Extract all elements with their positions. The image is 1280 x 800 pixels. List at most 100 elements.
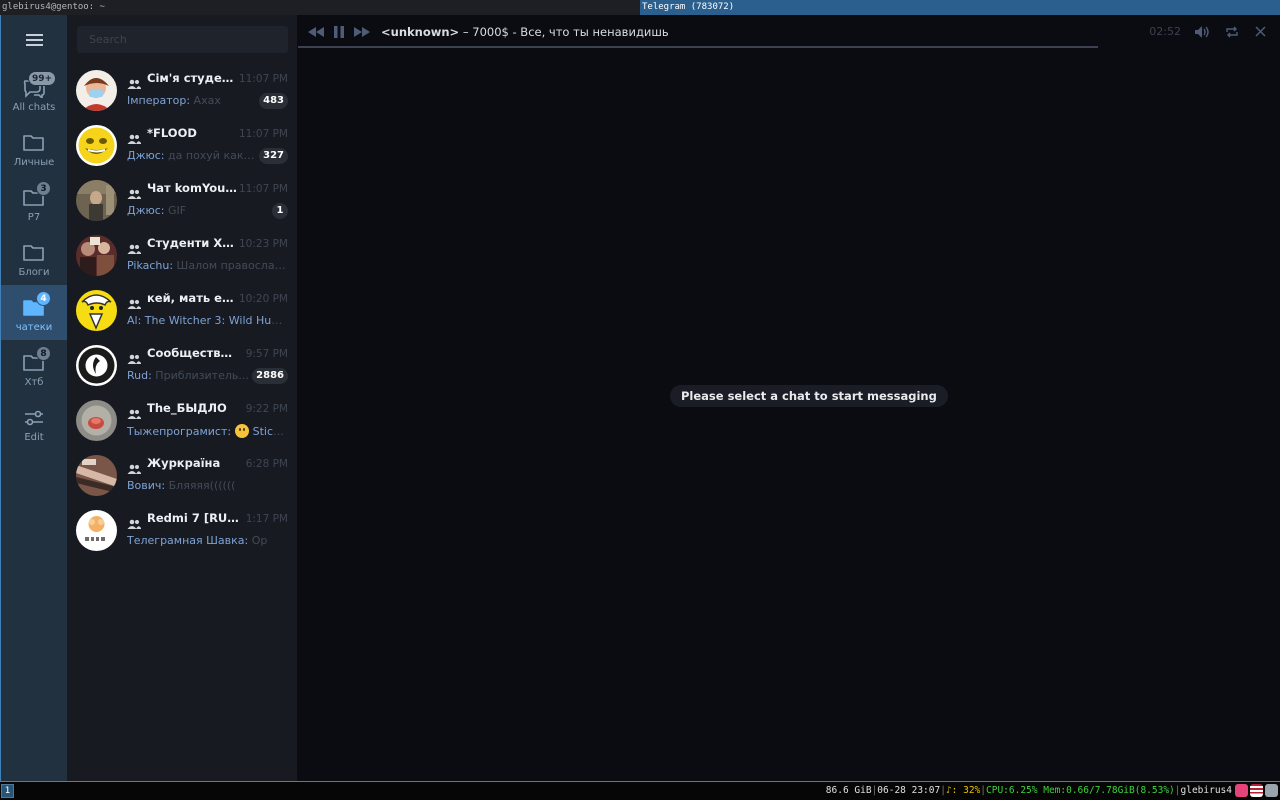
audio-player-bar: <unknown> – 7000$ - Все, что ты ненавиди… — [298, 15, 1280, 48]
memory-status: Mem:0.66/7.78GiB(8.53%) — [1043, 785, 1175, 796]
chat-message: Шалом православ... — [173, 259, 289, 272]
chat-time: 10:20 PM — [239, 293, 288, 305]
volume-button[interactable] — [1191, 22, 1214, 42]
repeat-button[interactable] — [1220, 22, 1243, 42]
avatar — [76, 290, 117, 331]
chat-item[interactable]: Redmi 7 [RU] [... 1:17 PM Телеграмная Ша… — [67, 505, 297, 560]
folder-label: All chats — [12, 102, 56, 113]
chat-item[interactable]: кей, мать его... 10:20 PM Al: The Witche… — [67, 285, 297, 340]
chat-item[interactable]: Чат komYoun... 11:07 PM Джюс: GIF 1 — [67, 175, 297, 230]
folder-label: чатеки — [15, 322, 53, 333]
telegram-window-title[interactable]: Telegram (783072) — [640, 0, 1280, 15]
pause-button[interactable] — [327, 22, 350, 42]
chat-sender: Телеграмная Шавка: — [127, 534, 249, 547]
track-title: 7000$ - Все, что ты ненавидишь — [472, 24, 669, 39]
folder-edit[interactable]: Edit — [1, 395, 67, 450]
window-manager-bar: glebirus4@gentoo: ~ Telegram (783072) — [0, 0, 1280, 15]
unread-badge: 2886 — [252, 368, 288, 384]
chat-title: Журкраїна — [147, 456, 221, 470]
chat-sender: Тыжепрограмист: — [127, 425, 232, 438]
group-icon — [127, 404, 141, 419]
folder-htb[interactable]: 8 Хтб — [1, 340, 67, 395]
avatar — [76, 180, 117, 221]
chat-title: кей, мать его... — [147, 291, 239, 305]
chat-item[interactable]: Сообщество Р... 9:57 PM Rud: Приблизител… — [67, 340, 297, 395]
avatar — [76, 510, 117, 551]
folder-icon — [22, 133, 46, 153]
chat-sender: Rud: — [127, 369, 152, 382]
keyboard-layout-flag-icon[interactable] — [1250, 784, 1263, 797]
next-track-button[interactable] — [350, 22, 373, 42]
chat-item[interactable]: Журкраїна 6:28 PM Вович: Бляяяя(((((( — [67, 450, 297, 505]
folder-sidebar: 99+ All chats Личные 3 Р7 Блоги 4 чатеки… — [1, 15, 67, 781]
chat-message: Ор — [248, 534, 268, 547]
avatar — [76, 455, 117, 496]
tray-app-icon[interactable] — [1235, 784, 1248, 797]
close-player-button[interactable] — [1249, 22, 1272, 42]
status-blocks: 86.6 GiB|06-28 23:07|♪: 32%|CPU:6.25% Me… — [825, 785, 1232, 796]
workspace-button[interactable]: 1 — [1, 784, 14, 798]
folder-label: Р7 — [27, 212, 41, 223]
search-input[interactable] — [77, 26, 288, 53]
previous-track-button[interactable] — [304, 22, 327, 42]
folder-lichnye[interactable]: Личные — [1, 120, 67, 175]
chat-item[interactable]: *FLOOD 11:07 PM Джюс: да похуй как-то 32… — [67, 120, 297, 175]
chat-sender: Вович: — [127, 479, 166, 492]
chat-preview: Pikachu: Шалом православ... — [127, 259, 289, 272]
chat-time: 10:23 PM — [239, 238, 288, 250]
chat-item[interactable]: Студенти Хм... 10:23 PM Pikachu: Шалом п… — [67, 230, 297, 285]
chat-preview: Імператор: Ахах — [127, 94, 255, 107]
chat-title: Чат komYoun... — [147, 181, 239, 195]
tray-network-icon[interactable] — [1265, 784, 1278, 797]
avatar — [76, 235, 117, 276]
folder-chateki[interactable]: 4 чатеки — [1, 285, 67, 340]
chat-message: Бляяяя(((((( — [165, 479, 236, 492]
chat-message: Sticker — [252, 425, 289, 438]
terminal-window-title[interactable]: glebirus4@gentoo: ~ — [0, 0, 640, 15]
fast-forward-icon — [353, 26, 370, 37]
telegram-window: 99+ All chats Личные 3 Р7 Блоги 4 чатеки… — [0, 15, 1280, 782]
chat-message: GIF — [164, 204, 187, 217]
sliders-icon — [22, 408, 46, 428]
track-info[interactable]: <unknown> – 7000$ - Все, что ты ненавиди… — [381, 25, 669, 39]
avatar — [76, 125, 117, 166]
chat-item[interactable]: Сім'я студент... 11:07 PM Імператор: Аха… — [67, 65, 297, 120]
folder-icon: 4 — [22, 291, 51, 318]
unread-badge: 1 — [272, 203, 288, 219]
chat-item[interactable]: The_БЫДЛО 9:22 PM Тыжепрограмист: Sticke… — [67, 395, 297, 450]
chat-list-panel: Сім'я студент... 11:07 PM Імператор: Аха… — [67, 15, 297, 781]
chat-sender: Al: — [127, 314, 142, 327]
chat-sender: Джюс: — [127, 149, 165, 162]
chat-title: Сім'я студент... — [147, 71, 239, 85]
group-icon — [127, 459, 141, 474]
track-performer: <unknown> — [381, 24, 460, 39]
close-icon — [1255, 26, 1266, 37]
chat-title: *FLOOD — [147, 126, 197, 140]
folder-all-chats[interactable]: 99+ All chats — [1, 65, 67, 120]
chat-message: Ахах — [190, 94, 221, 107]
folder-label: Хтб — [24, 377, 44, 388]
folder-unread-badge: 4 — [36, 291, 51, 306]
chat-preview: Тыжепрограмист: Sticker — [127, 424, 289, 438]
folder-icon — [22, 243, 46, 263]
group-icon — [127, 74, 141, 89]
folder-icon: 3 — [22, 181, 51, 208]
player-controls-right: 02:52 — [1149, 15, 1272, 48]
unread-badge: 483 — [259, 93, 288, 109]
playback-progress-bar[interactable] — [298, 46, 1098, 48]
group-icon — [127, 349, 141, 364]
track-time: 02:52 — [1149, 25, 1181, 38]
unread-badge: 327 — [259, 148, 288, 164]
folder-icon: 8 — [22, 346, 51, 373]
emoji-icon — [234, 424, 249, 438]
group-icon — [127, 184, 141, 199]
chat-preview: Вович: Бляяяя(((((( — [127, 479, 289, 492]
disk-status: 86.6 GiB — [825, 785, 872, 796]
chat-message: да похуй как-то — [164, 149, 255, 162]
folder-blogi[interactable]: Блоги — [1, 230, 67, 285]
folder-r7[interactable]: 3 Р7 — [1, 175, 67, 230]
main-menu-button[interactable] — [1, 24, 67, 56]
volume-status: ♪: 32% — [945, 785, 981, 796]
cpu-status: CPU:6.25% — [986, 785, 1038, 796]
folder-unread-badge: 8 — [36, 346, 51, 361]
